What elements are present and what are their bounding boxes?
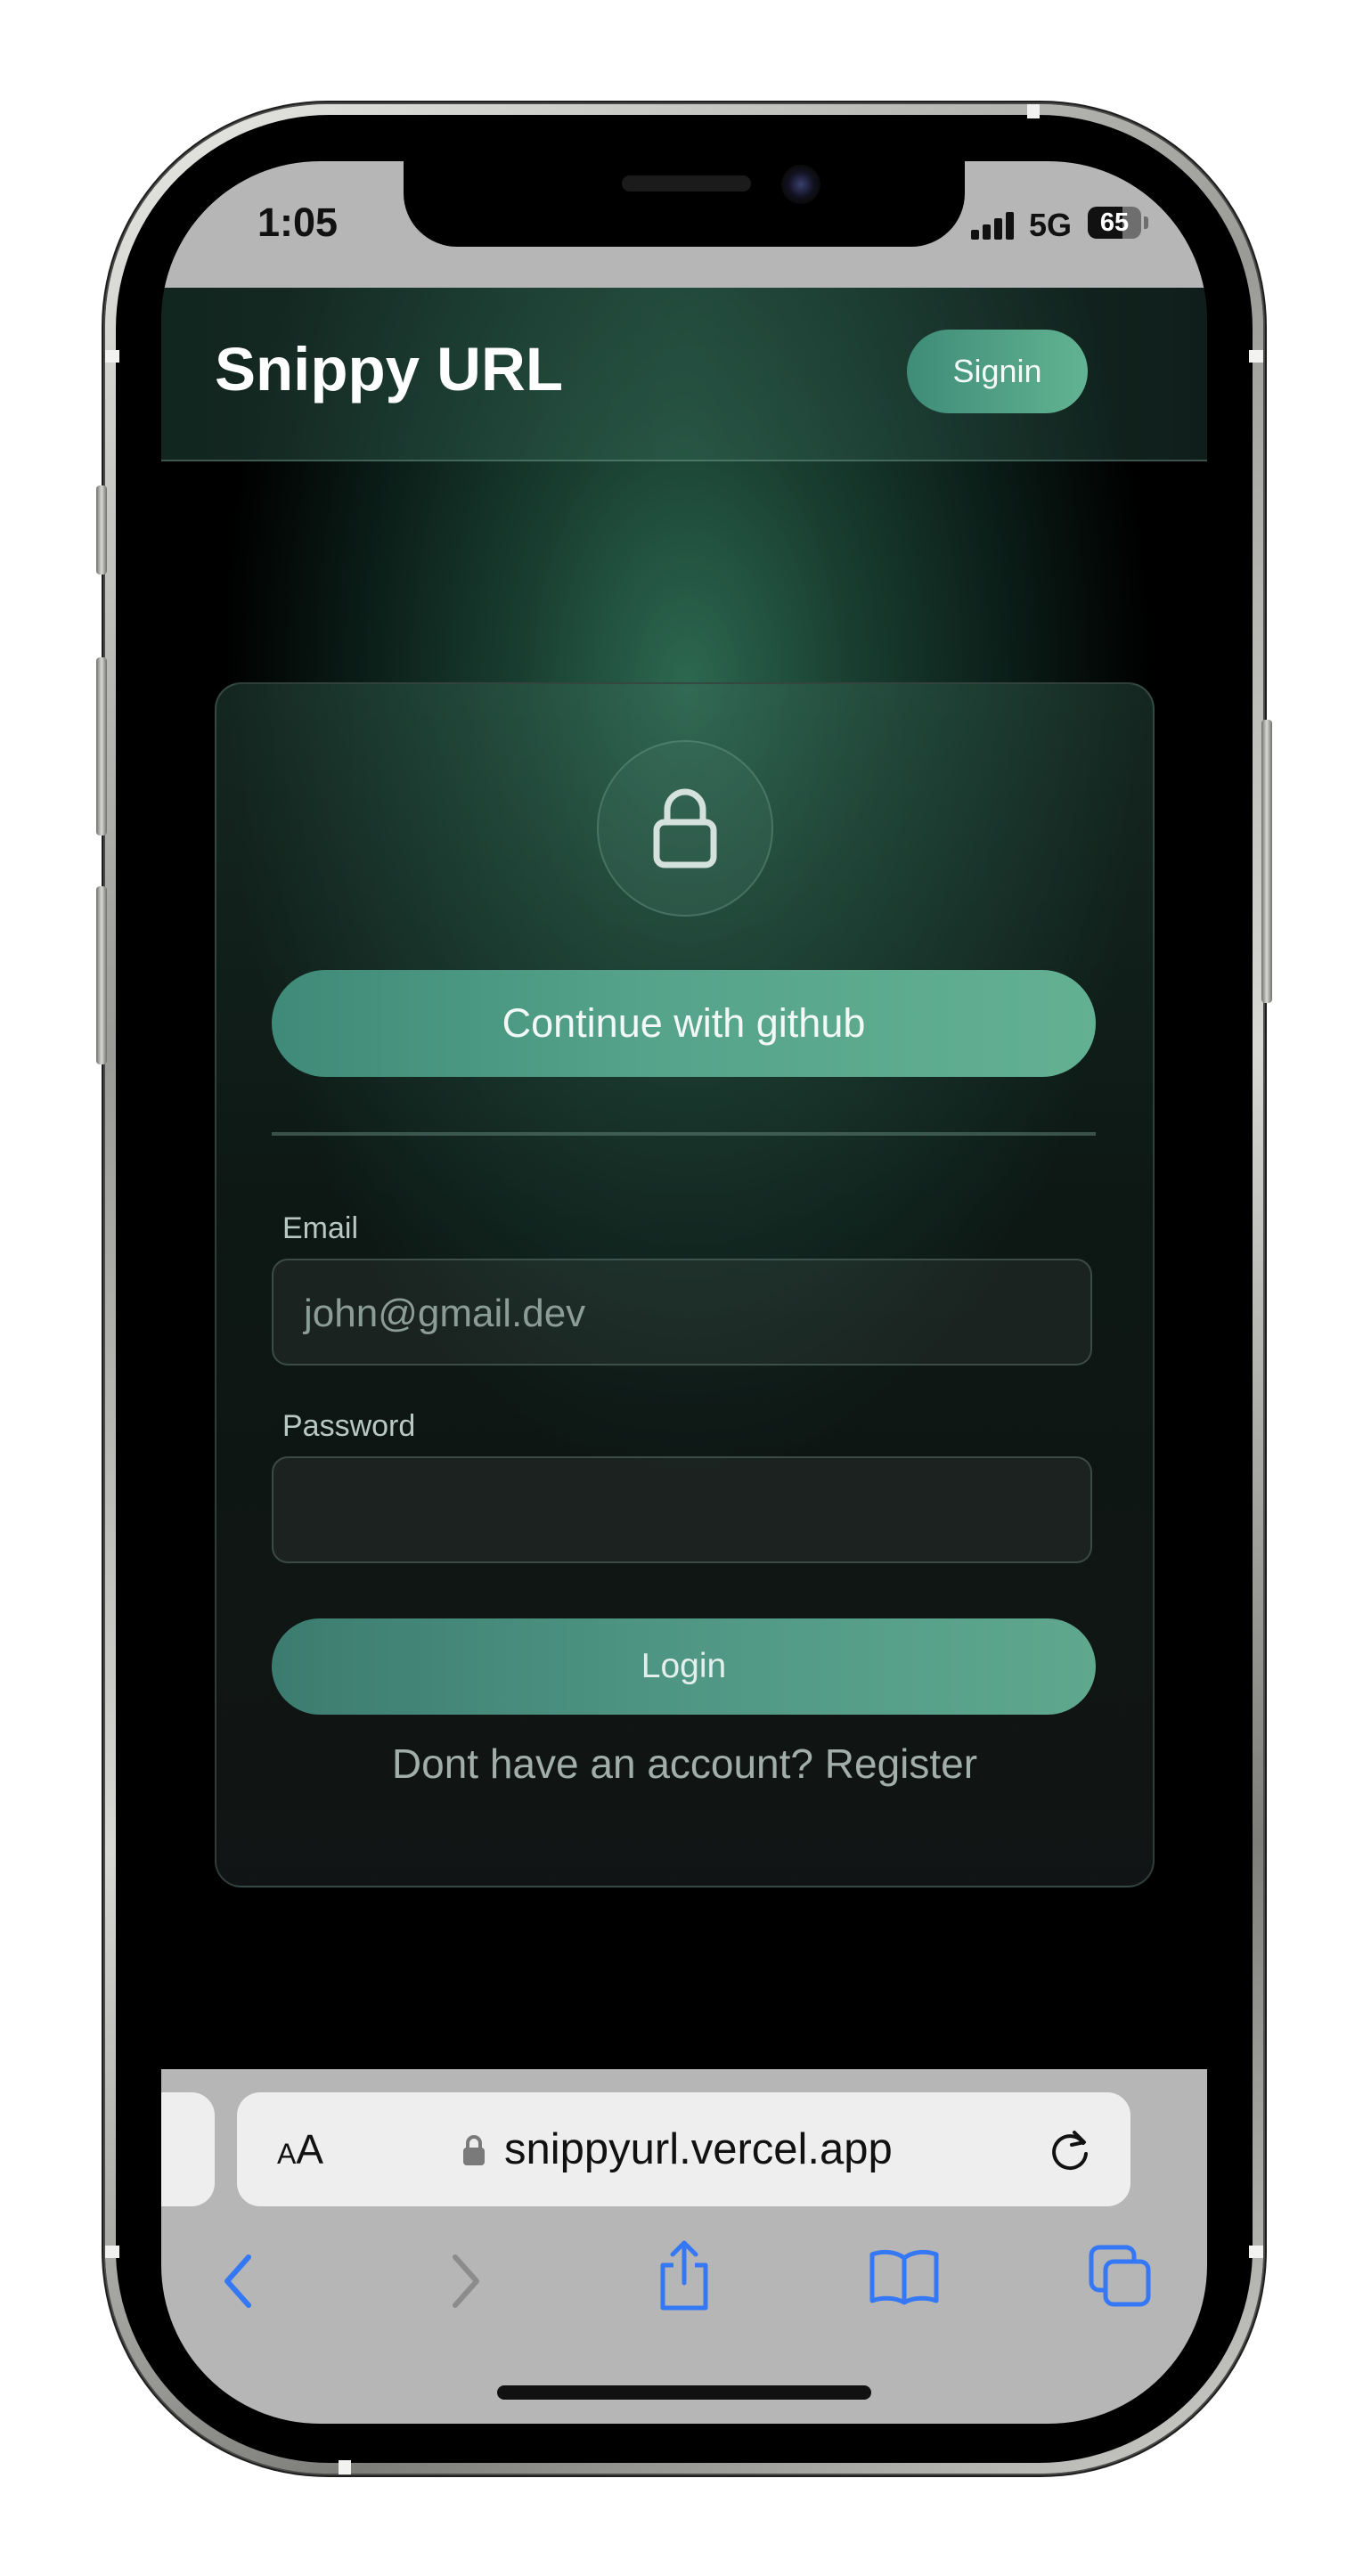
antenna-band (105, 2246, 119, 2258)
antenna-band (339, 2460, 351, 2474)
password-field[interactable] (272, 1456, 1092, 1563)
status-bar: 1:05 5G 65 (161, 161, 1207, 288)
power-button (1261, 720, 1272, 1003)
email-placeholder: john@gmail.dev (304, 1292, 586, 1335)
silent-switch (96, 485, 107, 575)
antenna-band (105, 350, 119, 363)
battery-tip (1144, 216, 1148, 229)
volume-up-button (96, 657, 107, 836)
site-brand[interactable]: Snippy URL (215, 334, 563, 404)
battery-icon: 65 (1088, 207, 1141, 239)
battery-level: 65 (1099, 208, 1130, 237)
network-type: 5G (1029, 207, 1073, 243)
text-size-small-glyph: A (277, 2138, 297, 2170)
chevron-left-icon[interactable] (220, 2252, 256, 2311)
signin-button[interactable]: Signin (907, 330, 1088, 413)
divider (272, 1132, 1096, 1136)
safari-bottom-bar: AA snippyurl.vercel.app (161, 2069, 1207, 2424)
cellular-signal-icon (971, 211, 1017, 240)
earpiece-speaker (622, 175, 751, 192)
previous-tab-preview[interactable] (161, 2092, 215, 2206)
login-button[interactable]: Login (272, 1618, 1096, 1715)
site-header: Snippy URL Signin (161, 288, 1207, 461)
antenna-band (1249, 350, 1263, 363)
volume-down-button (96, 886, 107, 1064)
reload-icon[interactable] (1048, 2127, 1092, 2175)
chevron-right-icon[interactable] (448, 2252, 484, 2311)
share-icon[interactable] (656, 2238, 713, 2311)
home-indicator (497, 2385, 871, 2400)
notch (404, 161, 965, 247)
antenna-band (1027, 104, 1040, 118)
web-page: Snippy URL Signin Continue with github E… (161, 288, 1207, 2069)
continue-with-github-button[interactable]: Continue with github (272, 970, 1096, 1077)
register-prompt-row: Dont have an account? Register (216, 1740, 1153, 1788)
text-size-big-glyph: A (296, 2126, 324, 2172)
url-text: snippyurl.vercel.app (504, 2125, 893, 2173)
register-prompt: Dont have an account? (391, 1740, 814, 1787)
book-icon[interactable] (869, 2247, 940, 2306)
text-size-button[interactable]: AA (277, 2092, 323, 2206)
lock-icon (463, 2135, 485, 2165)
front-camera (781, 165, 820, 204)
tabs-icon[interactable] (1088, 2244, 1152, 2308)
lock-icon (653, 788, 717, 868)
register-link[interactable]: Register (825, 1740, 977, 1787)
address-bar[interactable]: AA snippyurl.vercel.app (237, 2092, 1130, 2206)
email-field[interactable]: john@gmail.dev (272, 1259, 1092, 1365)
password-label: Password (282, 1409, 416, 1443)
phone-screen: 1:05 5G 65 Snippy URL Signin Continue wi… (161, 161, 1207, 2424)
status-time: 1:05 (257, 200, 339, 245)
antenna-band (1249, 2246, 1263, 2258)
email-label: Email (282, 1211, 359, 1245)
lock-badge (597, 740, 773, 917)
login-card: Continue with github Email john@gmail.de… (215, 682, 1155, 1887)
